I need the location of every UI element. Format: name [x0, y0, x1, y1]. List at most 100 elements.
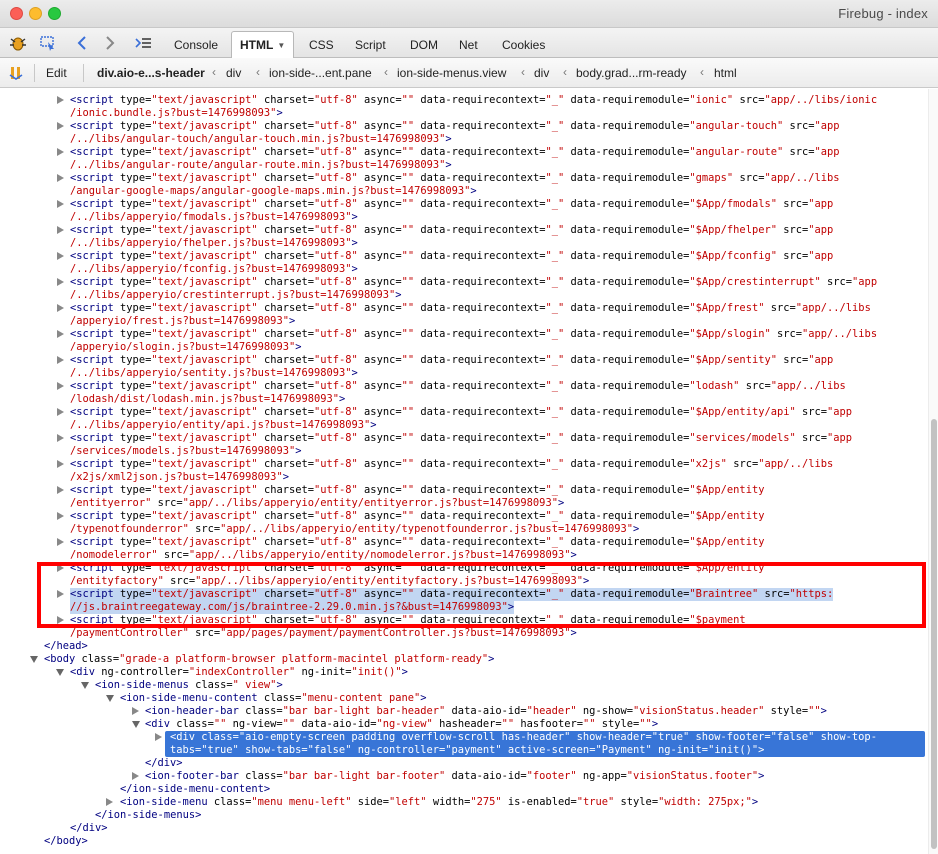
script-tag-line-cont[interactable]: /entityfactory" src="app/../libs/apperyi… — [70, 575, 589, 588]
script-tag-line-cont[interactable]: /lodash/dist/lodash.min.js?bust=14769980… — [70, 393, 345, 406]
div-close-line[interactable]: </div> — [70, 822, 108, 835]
script-tag-line[interactable]: <script type="text/javascript" charset="… — [70, 198, 833, 211]
expand-toggle-closed-icon[interactable] — [57, 538, 64, 546]
zoom-window-button[interactable] — [48, 7, 61, 20]
script-tag-line-cont[interactable]: /services/models.js?bust=1476998093"> — [70, 445, 301, 458]
ion-side-menus-line[interactable]: <ion-side-menus class=" view"> — [95, 679, 283, 692]
breadcrumb-item[interactable]: body.grad...rm-ready — [576, 66, 687, 80]
expand-toggle-closed-icon[interactable] — [155, 733, 162, 741]
edit-button[interactable]: Edit — [46, 66, 67, 80]
expand-toggle-closed-icon[interactable] — [57, 564, 64, 572]
tab-cookies[interactable]: Cookies — [494, 32, 553, 58]
script-tag-line[interactable]: <script type="text/javascript" charset="… — [70, 276, 877, 289]
breadcrumb-item-current[interactable]: div.aio-e...s-header — [97, 66, 205, 80]
chevron-down-icon[interactable]: ▼ — [277, 41, 285, 50]
script-tag-line[interactable]: <script type="text/javascript" charset="… — [70, 354, 833, 367]
script-tag-line-cont[interactable]: /../libs/angular-touch/angular-touch.min… — [70, 133, 452, 146]
script-tag-line[interactable]: <script type="text/javascript" charset="… — [70, 484, 764, 497]
tab-dom[interactable]: DOM — [402, 32, 446, 58]
expand-toggle-closed-icon[interactable] — [57, 148, 64, 156]
expand-toggle-open-icon[interactable] — [30, 656, 38, 663]
expand-toggle-closed-icon[interactable] — [106, 798, 113, 806]
tab-script[interactable]: Script — [347, 32, 394, 58]
expand-toggle-closed-icon[interactable] — [57, 122, 64, 130]
breadcrumb-item[interactable]: div — [534, 66, 549, 80]
script-tag-line[interactable]: <script type="text/javascript" charset="… — [70, 510, 764, 523]
script-tag-line[interactable]: <script type="text/javascript" charset="… — [70, 328, 877, 341]
expand-toggle-closed-icon[interactable] — [57, 252, 64, 260]
expand-toggle-closed-icon[interactable] — [57, 512, 64, 520]
expand-toggle-open-icon[interactable] — [56, 669, 64, 676]
script-tag-line-cont[interactable]: /../libs/apperyio/entity/api.js?bust=147… — [70, 419, 377, 432]
script-tag-line[interactable]: <script type="text/javascript" charset="… — [70, 562, 764, 575]
braintree-script-line-cont[interactable]: //js.braintreegateway.com/js/braintree-2… — [70, 601, 515, 614]
script-tag-line[interactable]: <script type="text/javascript" charset="… — [70, 94, 877, 107]
expand-toggle-closed-icon[interactable] — [57, 616, 64, 624]
expand-toggle-closed-icon[interactable] — [132, 707, 139, 715]
script-tag-line-cont[interactable]: /ionic.bundle.js?bust=1476998093"> — [70, 107, 283, 120]
script-tag-line[interactable]: <script type="text/javascript" charset="… — [70, 120, 840, 133]
script-tag-line-cont[interactable]: /../libs/apperyio/crestinterrupt.js?bust… — [70, 289, 402, 302]
expand-toggle-closed-icon[interactable] — [57, 408, 64, 416]
tab-net[interactable]: Net — [451, 32, 486, 58]
script-tag-line-cont[interactable]: /paymentController" src="app/pages/payme… — [70, 627, 577, 640]
back-arrow-icon[interactable] — [72, 33, 92, 53]
inspect-element-icon[interactable] — [38, 33, 58, 53]
div-close-line[interactable]: </div> — [145, 757, 183, 770]
script-tag-line[interactable]: <script type="text/javascript" charset="… — [70, 172, 840, 185]
expand-toggle-closed-icon[interactable] — [57, 174, 64, 182]
breadcrumb-item[interactable]: ion-side-menus.view — [397, 66, 506, 80]
expand-toggle-open-icon[interactable] — [81, 682, 89, 689]
script-tag-line-cont[interactable]: /angular-google-maps/angular-google-maps… — [70, 185, 477, 198]
ion-side-menus-close-line[interactable]: </ion-side-menus> — [95, 809, 201, 822]
breadcrumb-item[interactable]: ion-side-...ent.pane — [269, 66, 372, 80]
ion-side-menu-line[interactable]: <ion-side-menu class="menu menu-left" si… — [120, 796, 758, 809]
script-tag-line[interactable]: <script type="text/javascript" charset="… — [70, 536, 764, 549]
body-close-line[interactable]: </body> — [44, 835, 88, 848]
ion-footer-bar-line[interactable]: <ion-footer-bar class="bar bar-light bar… — [145, 770, 764, 783]
minimize-window-button[interactable] — [29, 7, 42, 20]
braintree-script-line[interactable]: <script type="text/javascript" charset="… — [70, 588, 834, 601]
close-window-button[interactable] — [10, 7, 23, 20]
script-tag-line-cont[interactable]: /entityerror" src="app/../libs/apperyio/… — [70, 497, 564, 510]
tab-html[interactable]: HTML ▼ — [231, 31, 295, 58]
expand-toggle-open-icon[interactable] — [106, 695, 114, 702]
expand-toggle-closed-icon[interactable] — [57, 434, 64, 442]
selected-node-line[interactable]: <div class="aio-empty-screen padding ove… — [170, 731, 877, 744]
expand-toggle-closed-icon[interactable] — [57, 356, 64, 364]
ion-header-bar-line[interactable]: <ion-header-bar class="bar bar-light bar… — [145, 705, 827, 718]
expand-toggle-closed-icon[interactable] — [57, 330, 64, 338]
script-tag-line[interactable]: <script type="text/javascript" charset="… — [70, 614, 746, 627]
expand-toggle-closed-icon[interactable] — [57, 590, 64, 598]
firebug-bug-icon[interactable] — [8, 33, 28, 53]
command-line-icon[interactable] — [133, 33, 153, 53]
expand-toggle-closed-icon[interactable] — [57, 382, 64, 390]
ion-side-menu-content-line[interactable]: <ion-side-menu-content class="menu-conte… — [120, 692, 427, 705]
expand-toggle-closed-icon[interactable] — [57, 486, 64, 494]
script-tag-line[interactable]: <script type="text/javascript" charset="… — [70, 380, 846, 393]
breadcrumb-item[interactable]: div — [226, 66, 241, 80]
expand-toggle-closed-icon[interactable] — [57, 96, 64, 104]
expand-toggle-open-icon[interactable] — [132, 721, 140, 728]
script-tag-line-cont[interactable]: /apperyio/frest.js?bust=1476998093"> — [70, 315, 295, 328]
script-tag-line[interactable]: <script type="text/javascript" charset="… — [70, 432, 852, 445]
script-tag-line-cont[interactable]: /../libs/apperyio/fmodals.js?bust=147699… — [70, 211, 358, 224]
script-tag-line[interactable]: <script type="text/javascript" charset="… — [70, 458, 833, 471]
div-controller-line[interactable]: <div ng-controller="indexController" ng-… — [70, 666, 408, 679]
script-tag-line[interactable]: <script type="text/javascript" charset="… — [70, 406, 852, 419]
head-close-line[interactable]: </head> — [44, 640, 88, 653]
script-tag-line-cont[interactable]: /nomodelerror" src="app/../libs/apperyio… — [70, 549, 577, 562]
script-tag-line-cont[interactable]: /../libs/apperyio/fconfig.js?bust=147699… — [70, 263, 358, 276]
expand-toggle-closed-icon[interactable] — [57, 278, 64, 286]
selected-node-line-cont[interactable]: tabs="true" show-tabs="false" ng-control… — [170, 744, 764, 757]
script-tag-line[interactable]: <script type="text/javascript" charset="… — [70, 224, 833, 237]
scrollbar-thumb[interactable] — [931, 419, 937, 849]
script-tag-line-cont[interactable]: /typenotfounderror" src="app/../libs/app… — [70, 523, 639, 536]
div-ng-view-line[interactable]: <div class="" ng-view="" data-aio-id="ng… — [145, 718, 658, 731]
script-tag-line-cont[interactable]: /../libs/angular-route/angular-route.min… — [70, 159, 452, 172]
vertical-scrollbar[interactable] — [928, 89, 938, 854]
script-tag-line[interactable]: <script type="text/javascript" charset="… — [70, 146, 840, 159]
body-open-line[interactable]: <body class="grade-a platform-browser pl… — [44, 653, 494, 666]
script-tag-line-cont[interactable]: /../libs/apperyio/fhelper.js?bust=147699… — [70, 237, 358, 250]
script-tag-line[interactable]: <script type="text/javascript" charset="… — [70, 250, 833, 263]
